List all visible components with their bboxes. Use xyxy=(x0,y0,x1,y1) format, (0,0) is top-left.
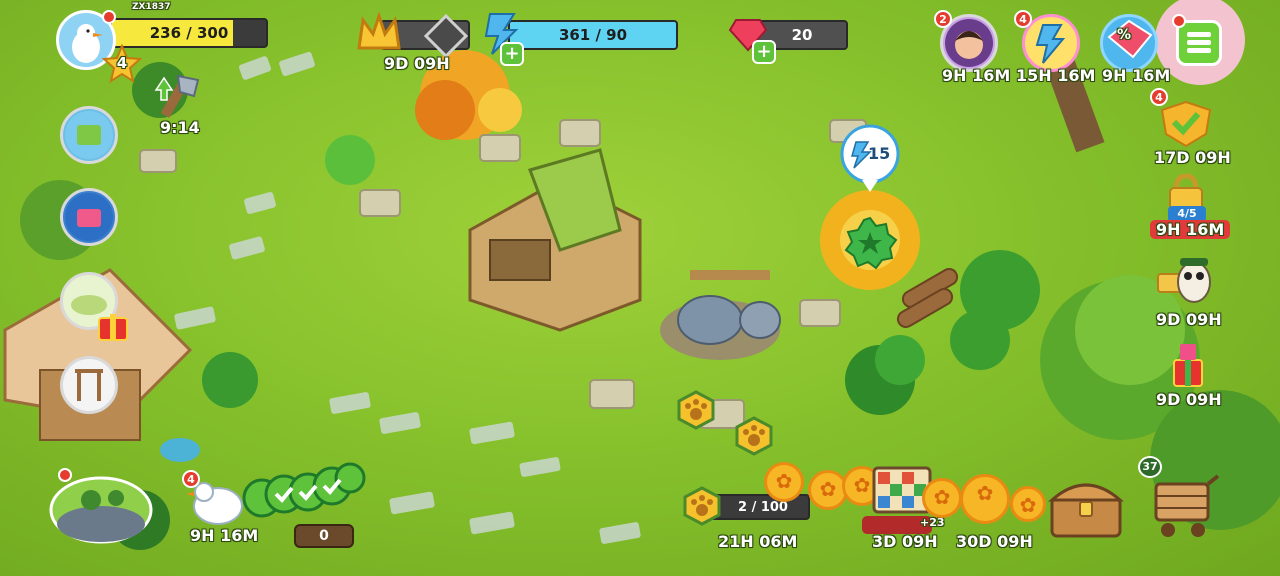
tasks-button[interactable] xyxy=(1156,100,1216,148)
shopping-cart-icon xyxy=(1154,474,1220,537)
paw-coin-icon[interactable] xyxy=(764,462,804,502)
coins-timer: 30D 09H xyxy=(956,532,1033,551)
quest-button-2[interactable] xyxy=(60,188,118,246)
owl-icon xyxy=(1157,258,1211,303)
present-stack-icon xyxy=(1173,344,1203,387)
paw-marker-2[interactable] xyxy=(734,416,774,456)
axe-icon xyxy=(154,74,200,118)
quest-button-1[interactable] xyxy=(60,106,118,164)
player-id-label: ZX1837 xyxy=(132,2,171,12)
paw-marker-1[interactable] xyxy=(676,390,716,430)
lightning-event-timer: 15H 16M xyxy=(1016,66,1096,85)
paw-coin-icon[interactable] xyxy=(922,478,962,518)
treasure-chest-icon xyxy=(1048,483,1124,538)
crown-timer: 9D 09H xyxy=(384,54,450,73)
treasure-chest-button[interactable] xyxy=(1046,470,1126,542)
diamond-icon xyxy=(423,13,469,59)
gift-event-button[interactable] xyxy=(1160,334,1216,390)
lightning-event-icon xyxy=(1035,24,1066,64)
crown-icon xyxy=(355,11,403,56)
lightning-event-badge: 4 xyxy=(1014,10,1032,28)
character-timer: 9H 16M xyxy=(942,66,1011,85)
axe-timer: 9:14 xyxy=(160,118,200,137)
tasks-badge: 4 xyxy=(1150,88,1168,106)
paw-hex-icon xyxy=(735,416,773,456)
green-star-badge-icon xyxy=(844,216,898,270)
paw-progress-timer: 21H 06M xyxy=(718,532,798,551)
board-timer: 3D 09H xyxy=(872,532,938,551)
goose-counter: 0 xyxy=(294,524,354,548)
quest-button-4[interactable] xyxy=(60,356,118,414)
sale-event-button[interactable]: % xyxy=(1100,14,1158,72)
game-scene[interactable]: ZX1837 236 / 300 4 1 9D 09H 361 / 90 + xyxy=(0,0,1280,576)
add-rubies-button[interactable]: + xyxy=(752,40,776,64)
cart-badge: 37 xyxy=(1138,456,1162,478)
energy-bubble-count: 15 xyxy=(868,144,891,163)
gift-box-icon xyxy=(96,308,130,342)
paw-hex-icon xyxy=(677,390,715,430)
hamburger-menu-icon xyxy=(1187,32,1211,53)
energy-map-bubble[interactable]: 15 xyxy=(838,124,902,194)
energy-text: 236 / 300 xyxy=(149,24,229,42)
tasks-timer: 17D 09H xyxy=(1154,148,1231,167)
add-gems-button[interactable]: + xyxy=(500,42,524,66)
character-badge: 2 xyxy=(934,10,952,28)
green-check-coins-icon xyxy=(242,462,366,518)
gems-bar[interactable]: 361 / 90 xyxy=(508,20,678,50)
gift-event-timer: 9D 09H xyxy=(1156,390,1222,409)
gift-quest-icon xyxy=(65,193,113,241)
paw-progress-icon xyxy=(682,486,722,526)
owl-event-button[interactable] xyxy=(1156,252,1216,308)
level-star: 4 xyxy=(101,43,143,84)
paw-coin-icon[interactable] xyxy=(960,474,1010,524)
sale-percent-label: % xyxy=(1117,27,1132,43)
sale-tag-icon xyxy=(1107,19,1153,59)
swing-quest-icon xyxy=(75,369,103,401)
avatar-notification-dot xyxy=(102,10,116,24)
island-quest-icon xyxy=(65,111,113,159)
sale-event-timer: 9H 16M xyxy=(1102,66,1171,85)
goose-event-badge: 4 xyxy=(182,470,200,488)
checkmark-shield-icon xyxy=(1160,100,1212,148)
completed-checks[interactable] xyxy=(232,462,372,518)
gems-text: 361 / 90 xyxy=(558,26,628,44)
cart-button[interactable] xyxy=(1148,468,1222,548)
character-avatar-icon xyxy=(945,19,993,67)
paw-coin-icon[interactable] xyxy=(1010,486,1046,522)
axe-upgrade-button[interactable] xyxy=(150,70,210,120)
lock-timer: 9H 16M xyxy=(1150,220,1231,239)
star-badge-marker[interactable] xyxy=(842,216,898,272)
owl-event-timer: 9D 09H xyxy=(1156,310,1222,329)
menu-button[interactable] xyxy=(1176,20,1222,66)
world-map-notification-dot xyxy=(58,468,72,482)
goose-event-timer: 9H 16M xyxy=(190,526,259,545)
menu-notification-dot xyxy=(1172,14,1186,28)
level-number: 4 xyxy=(116,54,128,72)
